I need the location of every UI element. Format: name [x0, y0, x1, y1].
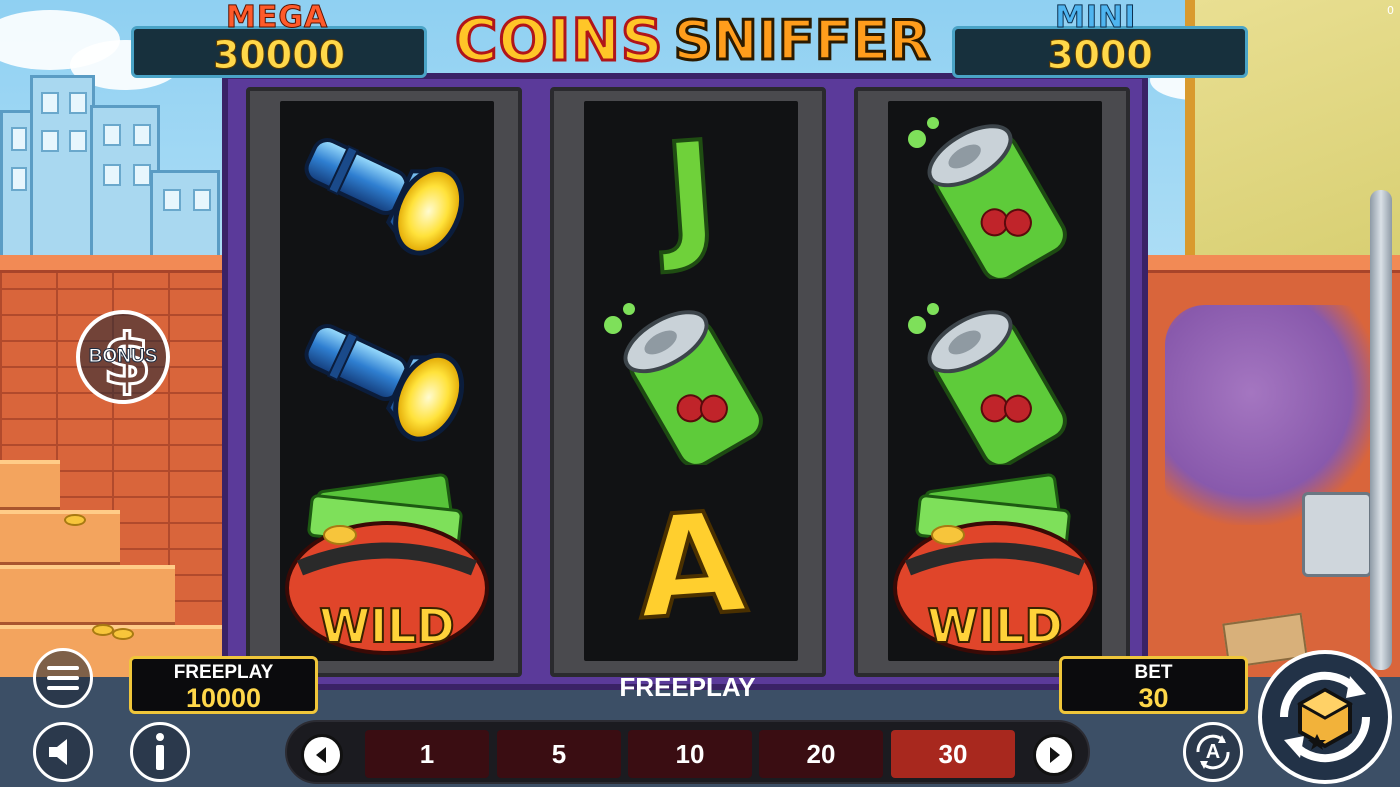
bet-option[interactable]: 10	[628, 730, 752, 778]
info-icon	[156, 733, 164, 770]
bet-next-button[interactable]	[1033, 734, 1075, 776]
reel-2: J A	[550, 87, 826, 677]
speaker-icon	[49, 739, 67, 765]
symbol-soda-can	[888, 101, 1102, 287]
logo-sniffer: SNIFFER	[672, 7, 931, 73]
symbol-soda-can	[888, 287, 1102, 473]
building	[30, 75, 95, 275]
logo-coins: COINS	[453, 5, 664, 76]
reel-window: WILD	[888, 101, 1102, 661]
pipe	[1370, 190, 1392, 670]
symbol-wild: WILD	[280, 473, 494, 659]
reel-frame: WILD J A WILD	[222, 73, 1148, 690]
reel-1: WILD	[246, 87, 522, 677]
ac-unit	[1302, 492, 1372, 577]
info-button[interactable]	[130, 722, 190, 782]
reel-3: WILD	[854, 87, 1130, 677]
soda-can-icon	[908, 303, 1067, 465]
spin-button[interactable]	[1258, 650, 1392, 784]
symbol-wild: WILD	[888, 473, 1102, 659]
autoplay-label: A	[1205, 740, 1221, 763]
freeplay-value: 10000	[185, 683, 262, 713]
bet-option[interactable]: 20	[759, 730, 883, 778]
bet-option-selected[interactable]: 30	[891, 730, 1015, 778]
bonus-label: BONUS	[88, 346, 158, 368]
autoplay-button[interactable]: A	[1183, 722, 1243, 782]
reel-window: J A	[584, 101, 798, 661]
letter-j-symbol: J	[657, 109, 724, 279]
jackpot-mega-label: MEGA	[225, 0, 329, 36]
flashlight-icon	[304, 138, 465, 256]
symbol-soda-can	[584, 287, 798, 473]
coin-icon	[92, 624, 114, 636]
bet-prev-button[interactable]	[301, 734, 343, 776]
flashlight-icon	[304, 324, 465, 442]
symbol-flashlight	[280, 287, 494, 473]
bonus-button[interactable]: $ BONUS	[76, 310, 170, 404]
symbol-letter-j: J	[584, 101, 798, 287]
bet-value: 30	[1138, 683, 1169, 713]
chevron-left-icon	[316, 747, 326, 763]
jackpot-mega-value: 30000	[212, 33, 346, 78]
symbol-flashlight	[280, 101, 494, 287]
wild-label: WILD	[926, 598, 1063, 654]
soda-can-icon	[908, 117, 1067, 279]
menu-icon	[47, 666, 79, 690]
status-text: FREEPLAY	[619, 672, 756, 702]
symbol-letter-a: A	[584, 473, 798, 659]
bet-option[interactable]: 5	[497, 730, 621, 778]
sound-button[interactable]	[33, 722, 93, 782]
letter-a-symbol: A	[629, 479, 752, 653]
wild-label: WILD	[318, 598, 455, 654]
chevron-right-icon	[1050, 747, 1060, 763]
soda-can-icon	[604, 303, 763, 465]
corner-counter: 0	[1387, 4, 1394, 17]
freeplay-label: FREEPLAY	[173, 662, 274, 683]
jackpot-mini-label: MINI	[1054, 0, 1137, 36]
spin-icon	[1279, 671, 1371, 763]
reel-window: WILD	[280, 101, 494, 661]
bet-display: BET 30	[1059, 656, 1248, 714]
bet-label: BET	[1134, 662, 1173, 683]
wall-cap-left	[0, 255, 235, 273]
bet-selector: 1 5 10 20 30	[285, 720, 1090, 784]
bet-option[interactable]: 1	[365, 730, 489, 778]
jackpot-mini-value: 3000	[1047, 33, 1154, 78]
coin-icon	[112, 628, 134, 640]
menu-button[interactable]	[33, 648, 93, 708]
wall-cap-right	[1140, 255, 1400, 273]
freeplay-balance: FREEPLAY 10000	[129, 656, 318, 714]
coin-icon	[64, 514, 86, 526]
game-logo: COINS SNIFFER	[453, 0, 931, 80]
